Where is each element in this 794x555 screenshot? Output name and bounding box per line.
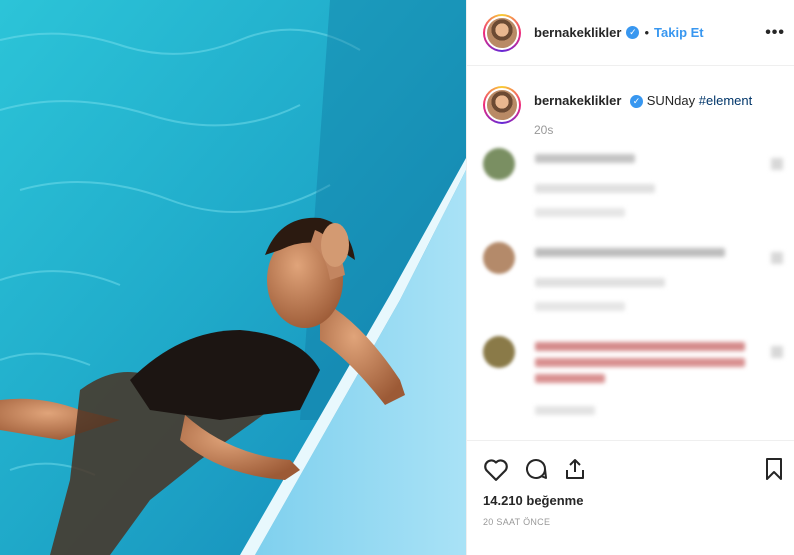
author-avatar[interactable] bbox=[483, 13, 521, 52]
comment-meta bbox=[535, 302, 625, 311]
comment-like-icon[interactable] bbox=[771, 158, 783, 170]
caption-hashtag[interactable]: #element bbox=[699, 93, 752, 108]
caption-time: 20s bbox=[534, 123, 554, 137]
heart-icon[interactable] bbox=[483, 457, 509, 481]
comment-like-icon[interactable] bbox=[771, 346, 783, 358]
caption-body: SUNday bbox=[646, 93, 696, 108]
more-options-icon[interactable]: ••• bbox=[765, 24, 785, 42]
comment-avatar[interactable] bbox=[483, 336, 515, 368]
post-side-panel: bernakeklikler ✓ • Takip Et ••• bernakek… bbox=[466, 0, 794, 555]
share-icon[interactable] bbox=[563, 457, 587, 481]
instagram-post-view: bernakeklikler ✓ • Takip Et ••• bernakek… bbox=[0, 0, 794, 555]
author-username[interactable]: bernakeklikler bbox=[534, 25, 621, 40]
comment-icon[interactable] bbox=[523, 457, 549, 481]
bookmark-icon[interactable] bbox=[764, 457, 784, 481]
comment-like-icon[interactable] bbox=[771, 252, 783, 264]
separator-dot: • bbox=[644, 25, 650, 40]
verified-badge-icon: ✓ bbox=[630, 95, 644, 109]
comment-meta bbox=[535, 184, 655, 193]
comment-avatar[interactable] bbox=[483, 242, 515, 274]
caption-text: bernakeklikler ✓ SUNday #element bbox=[534, 86, 752, 124]
likes-count[interactable]: 14.210 beğenme bbox=[483, 493, 583, 508]
comment-text bbox=[535, 342, 745, 351]
comment-text bbox=[535, 248, 725, 257]
comment-text bbox=[535, 358, 745, 367]
comment-meta bbox=[535, 278, 665, 287]
caption-username[interactable]: bernakeklikler bbox=[534, 93, 621, 108]
comment-text bbox=[535, 154, 635, 163]
pool-photo-illustration bbox=[0, 0, 466, 555]
caption-row: bernakeklikler ✓ SUNday #element bbox=[483, 86, 783, 124]
comment-avatar[interactable] bbox=[483, 148, 515, 180]
post-actions: 14.210 beğenme 20 SAAT ÖNCE bbox=[467, 440, 794, 555]
follow-button[interactable]: Takip Et bbox=[654, 25, 704, 40]
comment-text bbox=[535, 374, 605, 383]
comment-meta bbox=[535, 208, 625, 217]
post-header: bernakeklikler ✓ • Takip Et ••• bbox=[467, 0, 794, 66]
verified-badge-icon: ✓ bbox=[626, 26, 640, 39]
comment-meta bbox=[535, 406, 595, 415]
post-photo[interactable] bbox=[0, 0, 466, 555]
post-timestamp: 20 SAAT ÖNCE bbox=[483, 517, 551, 527]
caption-avatar[interactable] bbox=[483, 86, 521, 124]
